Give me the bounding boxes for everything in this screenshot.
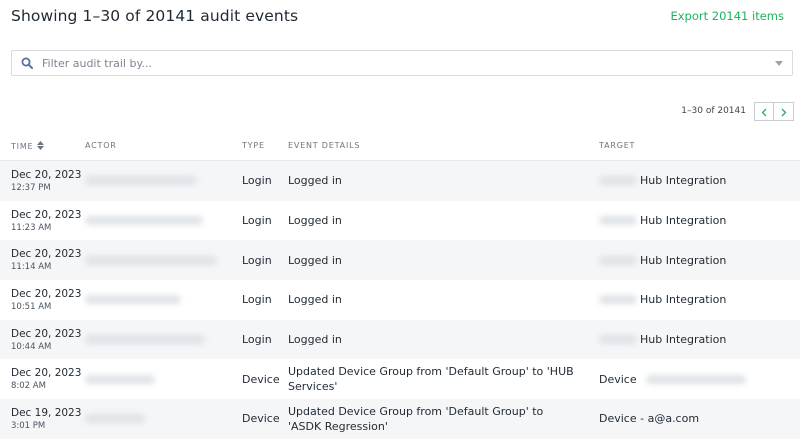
event-time: 10:51 AM — [11, 301, 52, 312]
time-cell: Dec 20, 2023 11:14 AM — [11, 240, 81, 280]
actor-cell-redacted — [85, 399, 225, 439]
export-link[interactable]: Export 20141 items — [670, 9, 784, 23]
target-cell: Device — [599, 359, 746, 399]
actor-cell-redacted — [85, 320, 225, 360]
target-cell: Hub Integration — [599, 201, 726, 241]
event-date: Dec 20, 2023 — [11, 168, 82, 181]
audit-page: Showing 1–30 of 20141 audit events Expor… — [0, 0, 800, 448]
actor-cell-redacted — [85, 161, 225, 201]
event-time: 12:37 PM — [11, 182, 51, 193]
target-name: Hub Integration — [640, 253, 727, 267]
target-prefix: Device — [599, 372, 637, 386]
column-header-type: Type — [242, 141, 265, 150]
event-details: Logged in — [288, 253, 342, 267]
search-icon — [12, 57, 42, 69]
redacted-target — [599, 176, 637, 186]
sort-icon — [37, 141, 45, 152]
event-details: Logged in — [288, 174, 342, 188]
event-details: Updated Device Group from 'Default Group… — [288, 365, 574, 394]
event-details: Updated Device Group from 'Default Group… — [288, 404, 544, 433]
actor-cell-redacted — [85, 359, 225, 399]
time-cell: Dec 19, 2023 3:01 PM — [11, 399, 81, 439]
event-time: 3:01 PM — [11, 420, 46, 431]
redacted-actor — [85, 374, 155, 384]
filter-bar[interactable] — [11, 50, 793, 76]
column-header-target: Target — [599, 141, 636, 150]
event-type: Device — [242, 372, 280, 386]
event-type: Login — [242, 333, 272, 347]
event-time: 11:23 AM — [11, 222, 52, 233]
event-date: Dec 20, 2023 — [11, 327, 82, 340]
event-time: 8:02 AM — [11, 381, 46, 392]
event-details: Logged in — [288, 214, 342, 228]
chevron-left-icon — [761, 102, 767, 121]
target-name: Hub Integration — [640, 333, 727, 347]
target-name: Hub Integration — [640, 214, 727, 228]
redacted-actor — [85, 295, 181, 305]
table-row[interactable]: Dec 19, 2023 3:01 PM Device Updated Device … — [0, 399, 800, 439]
event-date: Dec 20, 2023 — [11, 287, 82, 300]
pagination-range: 1–30 of 20141 — [681, 106, 746, 116]
event-details: Logged in — [288, 293, 342, 307]
table-row[interactable]: Dec 20, 2023 10:44 AM Login Logged in Hub In… — [0, 319, 800, 360]
table-row[interactable]: Dec 20, 2023 10:51 AM Login Logged in Hub In… — [0, 280, 800, 320]
target-name: Hub Integration — [640, 174, 727, 188]
event-date: Dec 20, 2023 — [11, 367, 82, 380]
time-cell: Dec 20, 2023 10:44 AM — [11, 320, 81, 360]
column-header-event-details: Event Details — [288, 141, 361, 150]
table-body: Dec 20, 2023 12:37 PM Login Logged in Hub In… — [0, 161, 800, 439]
target-name: Hub Integration — [640, 293, 727, 307]
event-type: Device — [242, 412, 280, 426]
time-cell: Dec 20, 2023 8:02 AM — [11, 359, 81, 399]
event-type: Login — [242, 214, 272, 228]
actor-cell-redacted — [85, 240, 225, 280]
redacted-actor — [85, 335, 205, 345]
event-details: Logged in — [288, 333, 342, 347]
redacted-target — [599, 335, 637, 345]
next-page-button[interactable] — [774, 101, 794, 121]
redacted-target — [599, 295, 637, 305]
target-cell: Hub Integration — [599, 161, 726, 201]
event-type: Login — [242, 174, 272, 188]
column-header-time[interactable]: Time — [11, 141, 45, 152]
actor-cell-redacted — [85, 280, 225, 320]
table-row[interactable]: Dec 20, 2023 11:14 AM Login Logged in Hub In… — [0, 240, 800, 281]
chevron-right-icon — [781, 102, 787, 121]
event-date: Dec 19, 2023 — [11, 406, 82, 419]
audit-table: Time Actor Type Event Details Target Dec… — [0, 135, 800, 439]
target-cell: Hub Integration — [599, 280, 726, 320]
table-row[interactable]: Dec 20, 2023 12:37 PM Login Logged in Hub In… — [0, 161, 800, 201]
event-time: 11:14 AM — [11, 262, 52, 273]
event-type: Login — [242, 253, 272, 267]
target-prefix: Device - a@a.com — [599, 412, 700, 426]
pagination: 1–30 of 20141 — [681, 101, 794, 121]
target-cell: Hub Integration — [599, 320, 726, 360]
redacted-actor — [85, 255, 217, 265]
event-date: Dec 20, 2023 — [11, 208, 82, 221]
table-row[interactable]: Dec 20, 2023 11:23 AM Login Logged in Hub In… — [0, 201, 800, 241]
redacted-actor — [85, 216, 203, 226]
time-cell: Dec 20, 2023 10:51 AM — [11, 280, 81, 320]
actor-cell-redacted — [85, 201, 225, 241]
event-type: Login — [242, 293, 272, 307]
filter-input[interactable] — [42, 56, 766, 70]
redacted-actor — [85, 414, 145, 424]
time-cell: Dec 20, 2023 11:23 AM — [11, 201, 81, 241]
column-header-actor: Actor — [85, 141, 117, 150]
page-header: Showing 1–30 of 20141 audit events Expor… — [11, 4, 784, 28]
target-cell: Device - a@a.com — [599, 399, 699, 439]
page-title: Showing 1–30 of 20141 audit events — [11, 7, 299, 25]
redacted-target — [645, 374, 746, 384]
prev-page-button[interactable] — [754, 101, 774, 121]
chevron-down-icon[interactable] — [766, 60, 792, 66]
redacted-target — [599, 255, 637, 265]
time-cell: Dec 20, 2023 12:37 PM — [11, 161, 81, 201]
redacted-actor — [85, 176, 197, 186]
redacted-target — [599, 216, 637, 226]
target-cell: Hub Integration — [599, 240, 726, 280]
table-row[interactable]: Dec 20, 2023 8:02 AM Device Updated Device … — [0, 359, 800, 399]
table-header: Time Actor Type Event Details Target — [0, 135, 800, 161]
event-time: 10:44 AM — [11, 341, 52, 352]
event-date: Dec 20, 2023 — [11, 248, 82, 261]
